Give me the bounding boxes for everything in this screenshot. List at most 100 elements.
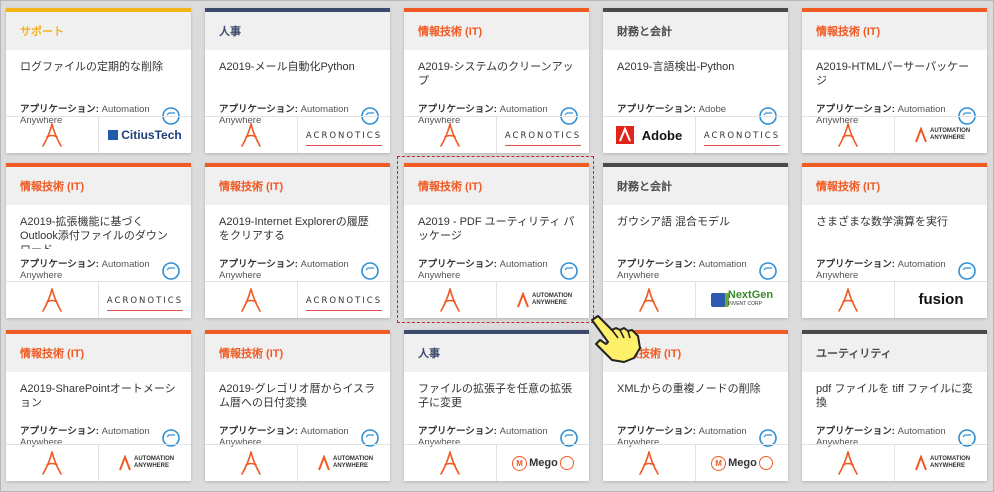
category-header: 情報技術 (IT) (802, 167, 987, 205)
card-body: XMLからの重複ノードの削除 アプリケーション: Automation Anywh… (603, 372, 788, 448)
bot-card[interactable]: 人事 ファイルの拡張子を任意の拡張子に変更 アプリケーション: Automation… (404, 330, 589, 481)
bot-title[interactable]: A2019-グレゴリオ暦からイスラム暦への日付変換 (219, 372, 376, 416)
application-logo (6, 445, 98, 481)
card-footer: CitiusTech (6, 116, 191, 153)
bot-card[interactable]: 情報技術 (IT) さまざまな数学演算を実行 アプリケーション: Automatio… (802, 163, 987, 318)
category-header: 情報技術 (IT) (802, 12, 987, 50)
acronotics-underline (703, 144, 781, 146)
selection-highlight (397, 156, 594, 323)
bot-card[interactable]: 財務と会計ガウシア語 混合モデル アプリケーション: Automation Any… (603, 163, 788, 318)
card-body: A2019-SharePointオートメーション アプリケーション: Automa… (6, 372, 191, 448)
card-footer: AUTOMATION ANYWHERE (802, 444, 987, 481)
application-logo (205, 117, 297, 153)
category-label: 情報技術 (IT) (816, 181, 881, 193)
category-header: 人事 (404, 334, 589, 372)
category-label: 人事 (219, 26, 241, 38)
adobe-a-icon (615, 126, 634, 144)
automation-anywhere-logo: AUTOMATION ANYWHERE (914, 455, 970, 471)
card-footer: ACRONOTICS (205, 116, 390, 153)
card-body: ファイルの拡張子を任意の拡張子に変更 アプリケーション: Automation A… (404, 372, 589, 448)
card-body: A2019-グレゴリオ暦からイスラム暦への日付変換 アプリケーション: Autom… (205, 372, 390, 448)
acronotics-logo: ACRONOTICS (305, 125, 383, 146)
acronotics-underline (305, 309, 383, 311)
bot-card[interactable]: ユーティリティ pdf ファイルを tiff ファイルに変換 アプリケーション: A… (802, 330, 987, 481)
vendor-logo: M Mego (496, 445, 589, 481)
bot-card[interactable]: 情報技術 (IT) A2019-拡張機能に基づくOutlook添付ファイルのダウン… (6, 163, 191, 318)
bot-card[interactable]: 情報技術 (IT) A2019-SharePointオートメーション アプリケーショ… (6, 330, 191, 481)
mego-m-icon: M (512, 455, 528, 471)
category-header: 情報技術 (IT) (6, 167, 191, 205)
bot-card[interactable]: 人事 A2019-メール自動化Python アプリケーション: Automation… (205, 8, 390, 153)
bot-title[interactable]: pdf ファイルを tiff ファイルに変換 (816, 372, 973, 416)
bot-title[interactable]: ファイルの拡張子を任意の拡張子に変更 (418, 372, 575, 416)
vendor-logo: AUTOMATION ANYWHERE (98, 445, 191, 481)
acronotics-underline (504, 144, 582, 146)
acronotics-logo: ACRONOTICS (106, 290, 184, 311)
mego-soft-badge-icon (758, 456, 773, 470)
automation-a-logo (42, 288, 62, 312)
card-footer: fusion (802, 281, 987, 318)
card-body: さまざまな数学演算を実行 アプリケーション: Automation Anywher… (802, 205, 987, 281)
pre-badge-icon (361, 262, 379, 280)
acronotics-logo: ACRONOTICS (504, 125, 582, 146)
application-logo (205, 445, 297, 481)
category-label: 情報技術 (IT) (20, 181, 85, 193)
card-footer: M Mego (603, 444, 788, 481)
bot-title[interactable]: さまざまな数学演算を実行 (816, 205, 973, 249)
bot-title[interactable]: A2019-SharePointオートメーション (20, 372, 177, 416)
card-body: A2019-メール自動化Python アプリケーション: Automation A… (205, 50, 390, 126)
automation-a-logo (838, 288, 858, 312)
application-logo (404, 117, 496, 153)
category-header: 情報技術 (IT) (6, 334, 191, 372)
vendor-logo: ACRONOTICS (695, 117, 788, 153)
automation-a-logo (838, 123, 858, 147)
automation-anywhere-logo: AUTOMATION ANYWHERE (317, 455, 373, 471)
bot-title[interactable]: ガウシア語 混合モデル (617, 205, 774, 249)
vendor-logo: ACRONOTICS (297, 282, 390, 318)
application-logo (6, 117, 98, 153)
card-footer: ACRONOTICS (6, 281, 191, 318)
bot-card[interactable]: 情報技術 (IT) A2019-グレゴリオ暦からイスラム暦への日付変換 アプリケーシ… (205, 330, 390, 481)
automation-anywhere-logo: AUTOMATION ANYWHERE (118, 455, 174, 471)
vendor-logo: AUTOMATION ANYWHERE (297, 445, 390, 481)
bot-card[interactable]: 情報技術 (IT) A2019-HTMLパーサーパッケージ アプリケーション: Au… (802, 8, 987, 153)
bot-card[interactable]: サポート ログファイルの定期的な削除 アプリケーション: Automation An… (6, 8, 191, 153)
category-label: 情報技術 (IT) (418, 26, 483, 38)
acronotics-logo: ACRONOTICS (305, 290, 383, 311)
bot-title[interactable]: XMLからの重複ノードの削除 (617, 372, 774, 416)
bot-title[interactable]: A2019-システムのクリーンアップ (418, 50, 575, 94)
category-label: 財務と会計 (617, 181, 672, 193)
bot-card[interactable]: 財務と会計 A2019-言語検出-Python アプリケーション: Adobe Ado… (603, 8, 788, 153)
application-logo (205, 282, 297, 318)
mego-soft-badge-icon (559, 456, 574, 470)
bot-title[interactable]: A2019-拡張機能に基づくOutlook添付ファイルのダウンロード (20, 205, 177, 249)
automation-a-logo (838, 451, 858, 475)
card-footer: AUTOMATION ANYWHERE (6, 444, 191, 481)
bot-card[interactable]: 情報技術 (IT) A2019-システムのクリーンアップ アプリケーション: Aut… (404, 8, 589, 153)
category-header: 財務と会計 (603, 12, 788, 50)
aa-mark-icon (318, 455, 330, 471)
card-footer: M Mego (404, 444, 589, 481)
nextgen-puzzle-icon (710, 293, 725, 307)
nextgen-logo: NextGen INVENT CORP (710, 290, 773, 309)
bot-title[interactable]: ログファイルの定期的な削除 (20, 50, 177, 94)
aa-mark-icon (119, 455, 131, 471)
automation-a-logo (42, 123, 62, 147)
application-logo (603, 445, 695, 481)
acronotics-logo: ACRONOTICS (703, 125, 781, 146)
card-body: ログファイルの定期的な削除 アプリケーション: Automation Anywhe… (6, 50, 191, 126)
bot-title[interactable]: A2019-メール自動化Python (219, 50, 376, 94)
bot-title[interactable]: A2019-言語検出-Python (617, 50, 774, 94)
bot-title[interactable]: A2019-Internet Explorerの履歴をクリアする (219, 205, 376, 249)
bot-title[interactable]: A2019-HTMLパーサーパッケージ (816, 50, 973, 94)
bot-card[interactable]: 情報技術 (IT) A2019-Internet Explorerの履歴をクリアす… (205, 163, 390, 318)
automation-a-logo (440, 451, 460, 475)
vendor-logo: CitiusTech (98, 117, 191, 153)
pre-badge-icon (759, 262, 777, 280)
category-header: 情報技術 (IT) (404, 12, 589, 50)
automation-anywhere-logo: AUTOMATION ANYWHERE (914, 127, 970, 143)
acronotics-underline (305, 144, 383, 146)
card-body: A2019-Internet Explorerの履歴をクリアする アプリケーション… (205, 205, 390, 281)
citiustech-logo: CitiusTech (108, 128, 182, 142)
card-body: ガウシア語 混合モデル アプリケーション: Automation Anywhere (603, 205, 788, 281)
